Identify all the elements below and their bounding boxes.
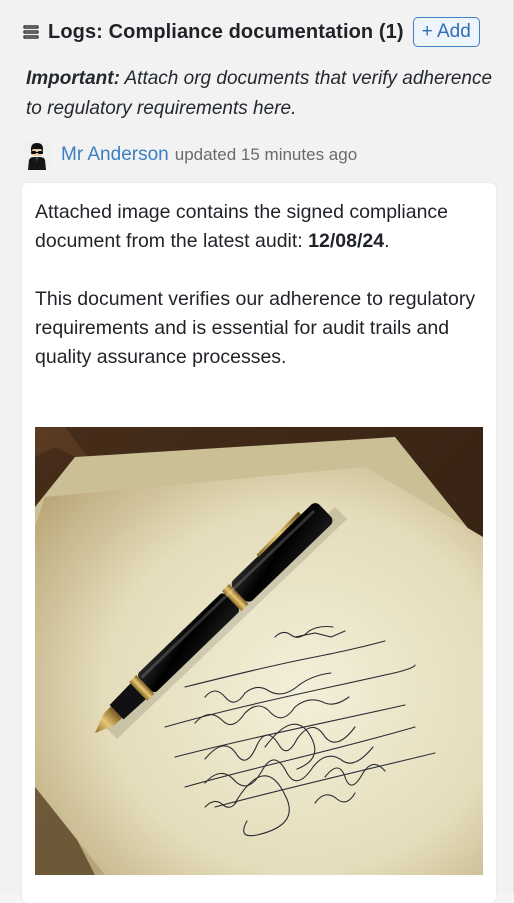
panel-header: Logs: Compliance documentation (1) + Add [22,16,497,48]
panel-title: Logs: Compliance documentation (1) [48,20,404,43]
paragraph-1-suffix: . [384,230,390,252]
author-link[interactable]: Mr Anderson [61,144,169,166]
entry-paragraph-2: This document verifies our adherence to … [35,288,476,368]
entry-body: Attached image contains the signed compl… [35,198,487,372]
avatar[interactable] [22,140,52,170]
list-icon [22,23,40,41]
entry-meta: Mr Anderson updated 15 minutes ago [22,139,357,171]
entry-paragraph-1: Attached image contains the signed compl… [35,198,487,256]
add-button[interactable]: + Add [412,17,480,47]
notice-emphasis: Important: [26,68,120,89]
log-entry-card: Attached image contains the signed compl… [22,183,496,903]
updated-timestamp: updated 15 minutes ago [174,145,358,164]
signed-document-image[interactable] [35,427,483,875]
audit-date: 12/08/24 [308,230,385,252]
notice-text: Important: Attach org documents that ver… [26,64,496,124]
logs-panel: Logs: Compliance documentation (1) + Add… [0,0,514,903]
